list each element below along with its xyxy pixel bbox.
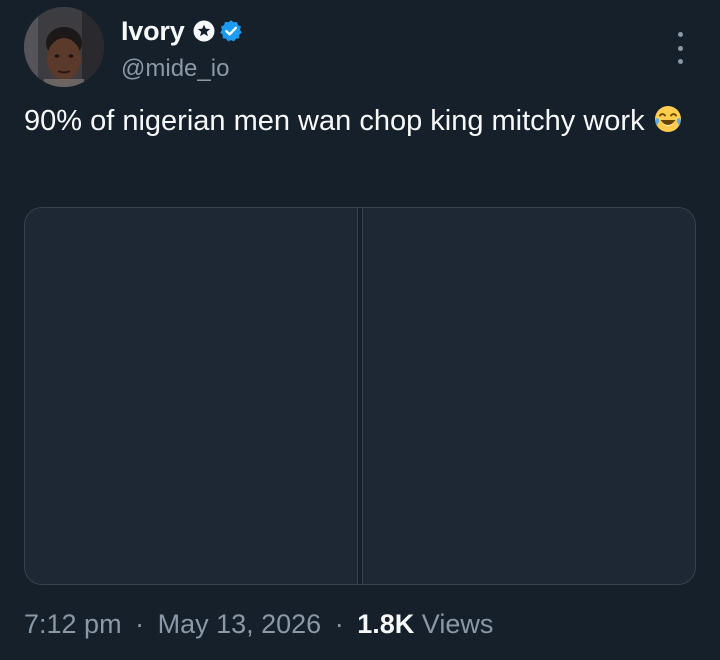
media-grid — [24, 207, 696, 585]
author-name-row[interactable]: Ivory — [121, 14, 243, 48]
media-image-1[interactable] — [25, 208, 358, 584]
tweet-text: 90% of nigerian men wan chop king mitchy… — [24, 103, 704, 139]
tweet-meta: 7:12 pm · May 13, 2026 · 1.8K Views — [24, 609, 493, 640]
views-label[interactable]: Views — [422, 609, 494, 639]
more-options-button[interactable] — [666, 32, 694, 64]
face-with-tears-of-joy-icon — [653, 104, 683, 134]
avatar[interactable] — [24, 7, 104, 87]
more-vertical-icon — [677, 32, 683, 37]
views-count[interactable]: 1.8K — [357, 609, 414, 639]
verified-badge-icon[interactable] — [219, 19, 243, 43]
avatar-photo — [24, 7, 104, 87]
author-display-name[interactable]: Ivory — [121, 16, 185, 47]
tweet-date[interactable]: May 13, 2026 — [158, 609, 322, 639]
star-badge-icon[interactable] — [193, 20, 215, 42]
meta-separator: · — [334, 609, 344, 639]
media-image-2[interactable] — [362, 208, 695, 584]
author-handle[interactable]: @mide_io — [121, 55, 229, 83]
tweet-text-content: 90% of nigerian men wan chop king mitchy… — [24, 105, 645, 137]
more-vertical-icon-dot — [677, 45, 683, 51]
meta-separator: · — [135, 609, 145, 639]
tweet-time[interactable]: 7:12 pm — [24, 609, 122, 639]
more-vertical-icon-dot — [677, 59, 683, 64]
